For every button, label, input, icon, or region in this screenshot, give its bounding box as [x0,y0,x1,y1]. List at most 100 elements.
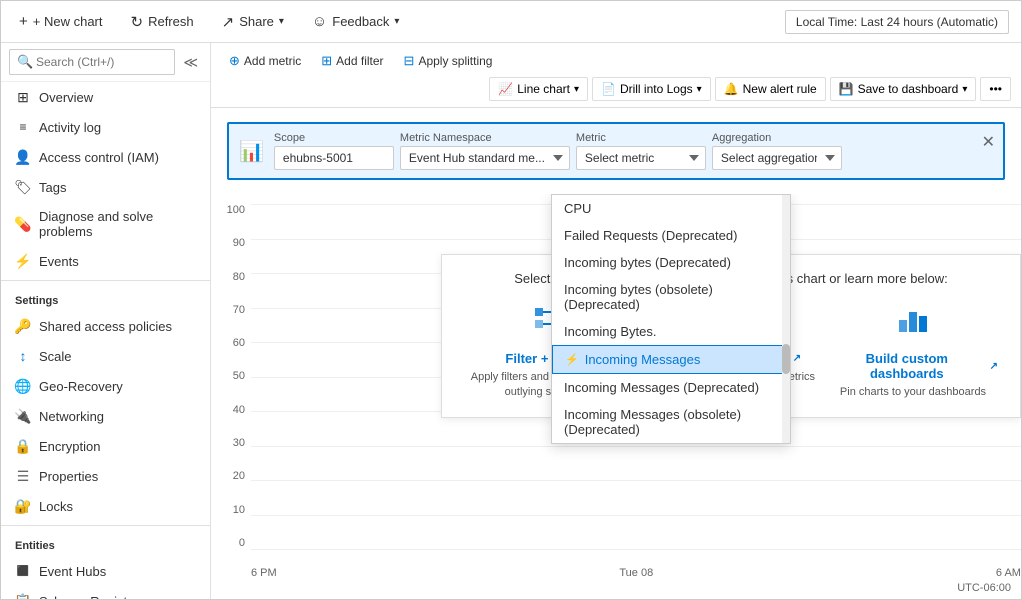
dropdown-item-incoming-bytes[interactable]: Incoming Bytes. [552,318,790,345]
chart-config-row: 📊 Scope Metric Namespace Event Hub stand… [227,122,1005,180]
y-label-20: 20 [233,470,245,482]
utc-label: UTC-06:00 [957,582,1011,594]
sidebar-item-tags[interactable]: 🏷 Tags [1,172,210,202]
share-button[interactable]: ↗ Share ▾ [216,9,290,35]
sidebar-item-activity-log[interactable]: ≡ Activity log [1,112,210,142]
diagnose-icon: 💊 [15,216,31,232]
namespace-label: Metric Namespace [400,132,570,144]
toolbar-left: + + New chart ↻ Refresh ↗ Share ▾ ☺ Feed… [13,9,405,35]
sidebar-item-event-hubs[interactable]: ⬛ Event Hubs [1,556,210,586]
aggregation-section: Aggregation Select aggregation [712,132,842,170]
sidebar-item-overview[interactable]: ⊞ Overview [1,82,210,112]
y-label-60: 60 [233,337,245,349]
metric-select[interactable]: Select metric [576,146,706,170]
dropdown-item-failed-requests[interactable]: Failed Requests (Deprecated) [552,222,790,249]
new-chart-button[interactable]: + + New chart [13,9,109,34]
add-metric-button[interactable]: ⊕ Add metric [221,49,309,73]
y-label-50: 50 [233,370,245,382]
entities-section-header: Entities [1,530,210,556]
access-control-icon: 👤 [15,149,31,165]
sidebar-collapse-button[interactable]: ≪ [179,52,202,73]
y-axis: 100 90 80 70 60 50 40 30 20 10 0 [211,204,251,549]
build-dashboards-title[interactable]: Build custom dashboards ↗ [828,351,998,381]
x-label-tue08: Tue 08 [619,567,653,579]
line-chart-icon: 📈 [498,82,513,96]
add-metric-icon: ⊕ [229,53,240,69]
encryption-icon: 🔒 [15,438,31,454]
refresh-icon: ↻ [131,13,144,31]
build-dashboards-icon [828,302,998,345]
sidebar-search-input[interactable] [9,49,175,75]
networking-icon: 🔌 [15,408,31,424]
feedback-button[interactable]: ☺ Feedback ▾ [306,9,405,34]
main-layout: 🔍 ≪ ⊞ Overview ≡ Activity log 👤 Access c… [1,43,1021,599]
sidebar-item-properties[interactable]: ☰ Properties [1,461,210,491]
x-axis: 6 PM Tue 08 6 AM [251,567,1021,579]
dropdown-item-incoming-bytes-obsolete[interactable]: Incoming bytes (obsolete) (Deprecated) [552,276,790,318]
line-chart-button[interactable]: 📈 Line chart ▾ [489,77,588,101]
dropdown-item-incoming-messages-obsolete[interactable]: Incoming Messages (obsolete) (Deprecated… [552,401,790,443]
chart-config-container: 📊 Scope Metric Namespace Event Hub stand… [211,108,1021,194]
drill-logs-icon: 📄 [601,82,616,96]
dropdown-item-cpu[interactable]: CPU [552,195,790,222]
line-chart-chevron: ▾ [574,84,579,95]
chart-config-icon: 📊 [239,139,264,164]
properties-icon: ☰ [15,468,31,484]
y-label-0: 0 [239,537,245,549]
info-card-build-dashboards: Build custom dashboards ↗ Pin charts to … [828,302,998,401]
x-label-6am: 6 AM [996,567,1021,579]
dropdown-item-incoming-messages-deprecated[interactable]: Incoming Messages (Deprecated) [552,374,790,401]
y-label-80: 80 [233,271,245,283]
content-area: ⊕ Add metric ⊞ Add filter ⊟ Apply splitt… [211,43,1021,599]
dropdown-item-incoming-bytes-deprecated[interactable]: Incoming bytes (Deprecated) [552,249,790,276]
scope-input[interactable] [274,146,394,170]
sidebar-item-locks[interactable]: 🔐 Locks [1,491,210,521]
settings-section-header: Settings [1,285,210,311]
new-alert-icon: 🔔 [724,82,739,96]
sidebar-item-events[interactable]: ⚡ Events [1,246,210,276]
drill-into-logs-button[interactable]: 📄 Drill into Logs ▾ [592,77,711,101]
apply-splitting-button[interactable]: ⊟ Apply splitting [396,49,501,73]
incoming-messages-icon: ⚡ [565,353,579,366]
sidebar-item-networking[interactable]: 🔌 Networking [1,401,210,431]
new-alert-rule-button[interactable]: 🔔 New alert rule [715,77,826,101]
more-options-button[interactable]: ••• [980,77,1011,101]
sidebar-item-access-control[interactable]: 👤 Access control (IAM) [1,142,210,172]
y-label-100: 100 [227,204,245,216]
close-config-button[interactable]: ✕ [982,132,995,152]
locks-icon: 🔐 [15,498,31,514]
search-icon: 🔍 [17,54,33,70]
add-filter-button[interactable]: ⊞ Add filter [313,49,391,73]
y-label-40: 40 [233,404,245,416]
y-label-90: 90 [233,237,245,249]
chart-inner: 100 90 80 70 60 50 40 30 20 10 0 [211,194,1021,599]
build-dashboards-external-icon: ↗ [990,361,998,372]
app-container: + + New chart ↻ Refresh ↗ Share ▾ ☺ Feed… [0,0,1022,600]
share-chevron-icon: ▾ [279,16,284,27]
sidebar-item-scale[interactable]: ↕ Scale [1,341,210,371]
dropdown-item-incoming-messages[interactable]: ⚡ Incoming Messages [552,345,790,374]
activity-log-icon: ≡ [15,119,31,135]
save-dashboard-chevron: ▾ [962,84,967,95]
sidebar-item-encryption[interactable]: 🔒 Encryption [1,431,210,461]
sidebar-item-schema-registry[interactable]: 📋 Schema Registry [1,586,210,599]
sidebar-item-shared-access[interactable]: 🔑 Shared access policies [1,311,210,341]
grid-line-0 [251,549,1021,550]
metrics-toolbar: ⊕ Add metric ⊞ Add filter ⊟ Apply splitt… [211,43,1021,108]
local-time-badge: Local Time: Last 24 hours (Automatic) [785,10,1009,34]
sidebar-item-diagnose[interactable]: 💊 Diagnose and solve problems [1,202,210,246]
y-label-30: 30 [233,437,245,449]
grid-line-10 [251,515,1021,516]
drill-logs-chevron: ▾ [697,84,702,95]
metric-dropdown-scrollbar[interactable] [782,195,790,443]
metric-dropdown-scrollbar-thumb [782,344,790,374]
save-to-dashboard-button[interactable]: 💾 Save to dashboard ▾ [830,77,977,101]
overview-icon: ⊞ [15,89,31,105]
sidebar-item-geo-recovery[interactable]: 🌐 Geo-Recovery [1,371,210,401]
refresh-button[interactable]: ↻ Refresh [125,9,200,35]
namespace-select[interactable]: Event Hub standard me... [400,146,570,170]
sidebar: 🔍 ≪ ⊞ Overview ≡ Activity log 👤 Access c… [1,43,211,599]
aggregation-select[interactable]: Select aggregation [712,146,842,170]
toolbar-right-buttons: 📈 Line chart ▾ 📄 Drill into Logs ▾ 🔔 New… [489,77,1011,101]
metric-section: Metric Select metric [576,132,706,170]
